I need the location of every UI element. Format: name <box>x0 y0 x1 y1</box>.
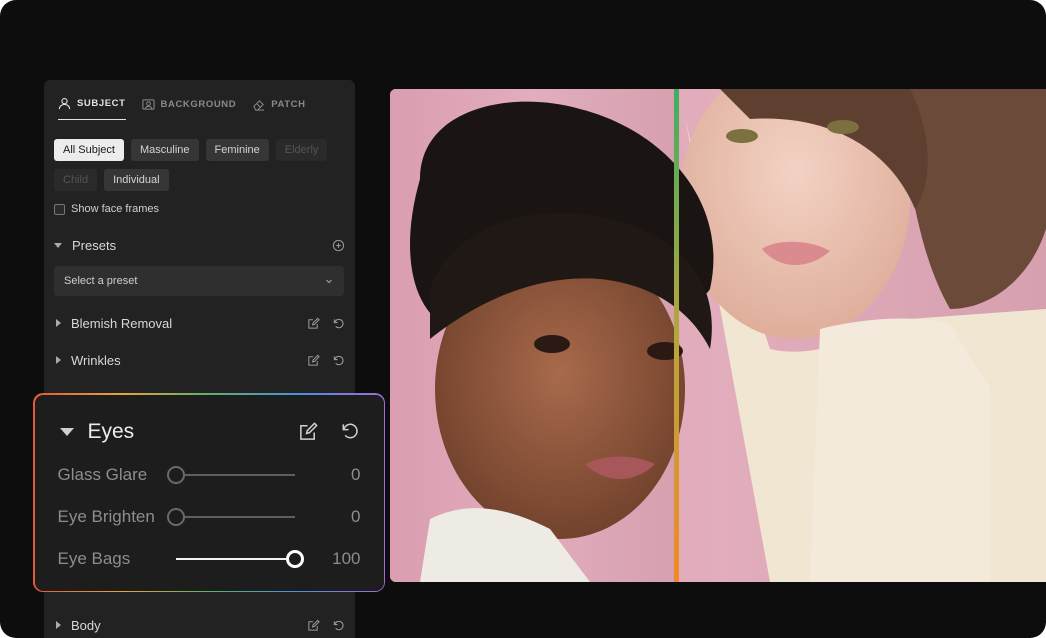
chevron-down-icon <box>326 279 332 284</box>
photo-preview[interactable] <box>390 89 1046 582</box>
presets-label: Presets <box>72 237 117 253</box>
section-wrinkles[interactable]: Wrinkles <box>54 349 345 371</box>
slider-label: Eye Bags <box>57 548 131 568</box>
tab-background-label: BACKGROUND <box>160 98 237 110</box>
show-face-frames-label: Show face frames <box>71 203 160 215</box>
section-body[interactable]: Body <box>54 614 345 636</box>
eyes-panel-header[interactable]: Eyes <box>59 419 360 445</box>
tab-subject[interactable]: SUBJECT <box>58 94 126 120</box>
caret-down-icon <box>54 242 62 248</box>
slider-fill <box>175 557 295 560</box>
portrait-photo <box>390 89 1046 582</box>
slider-value: 0 <box>351 464 361 484</box>
caret-down-icon <box>59 427 74 436</box>
chip-all-subject[interactable]: All Subject <box>54 139 124 161</box>
subject-filter-chips: All Subject Masculine Feminine Elderly C… <box>54 139 346 191</box>
chip-individual[interactable]: Individual <box>104 169 169 191</box>
slider-label: Eye Brighten <box>57 506 155 526</box>
reset-icon[interactable] <box>332 619 345 632</box>
slider-value: 100 <box>332 548 361 568</box>
chip-masculine[interactable]: Masculine <box>130 139 199 161</box>
section-wrinkles-label: Wrinkles <box>71 352 121 368</box>
eyes-panel-card: Eyes Glass Glare 0 Eye Brighten 0 Eye Ba… <box>33 393 385 592</box>
slider-value: 0 <box>351 506 361 526</box>
slider-row-eye-bags: Eye Bags 100 <box>58 547 361 571</box>
compare-divider[interactable] <box>674 89 679 582</box>
edit-icon[interactable] <box>307 619 320 632</box>
edit-icon[interactable] <box>298 421 319 442</box>
presets-header[interactable]: Presets <box>54 234 345 256</box>
app-window: SUBJECT BACKGROUND PATCH All Subject Mas… <box>0 0 1046 638</box>
section-body-label: Body <box>71 617 101 633</box>
show-face-frames-checkbox[interactable] <box>54 203 65 215</box>
panel-tabs: SUBJECT BACKGROUND PATCH <box>58 94 341 120</box>
caret-right-icon <box>56 356 61 364</box>
add-preset-icon[interactable] <box>332 239 345 252</box>
tab-background[interactable]: BACKGROUND <box>141 94 237 120</box>
background-icon <box>141 98 155 110</box>
tab-patch-label: PATCH <box>271 98 306 110</box>
person-icon <box>58 98 71 110</box>
show-face-frames-row[interactable]: Show face frames <box>54 203 159 215</box>
reset-icon[interactable] <box>339 421 360 442</box>
slider-row-eye-brighten: Eye Brighten 0 <box>58 505 361 529</box>
reset-icon[interactable] <box>332 354 345 367</box>
chip-elderly: Elderly <box>275 139 328 161</box>
slider-knob[interactable] <box>166 465 185 484</box>
eye-bags-slider[interactable] <box>175 549 304 568</box>
chip-child: Child <box>54 169 98 191</box>
edit-icon[interactable] <box>307 354 320 367</box>
eraser-icon <box>253 99 265 111</box>
preset-select[interactable]: Select a preset <box>54 266 344 296</box>
reset-icon[interactable] <box>332 317 345 330</box>
tab-patch[interactable]: PATCH <box>252 94 305 120</box>
slider-knob[interactable] <box>166 507 185 526</box>
eye-brighten-slider[interactable] <box>166 507 295 526</box>
edit-icon[interactable] <box>307 317 320 330</box>
caret-right-icon <box>56 319 61 327</box>
slider-knob[interactable] <box>285 549 304 568</box>
caret-right-icon <box>56 621 61 629</box>
tab-subject-label: SUBJECT <box>77 98 126 109</box>
slider-label: Glass Glare <box>57 464 148 484</box>
section-blemish-label: Blemish Removal <box>71 315 173 331</box>
section-blemish-removal[interactable]: Blemish Removal <box>54 312 345 334</box>
chip-feminine[interactable]: Feminine <box>205 139 269 161</box>
slider-row-glass-glare: Glass Glare 0 <box>58 463 361 487</box>
eyes-panel-title: Eyes <box>87 419 135 443</box>
glass-glare-slider[interactable] <box>166 465 295 484</box>
preset-select-placeholder: Select a preset <box>64 275 138 287</box>
